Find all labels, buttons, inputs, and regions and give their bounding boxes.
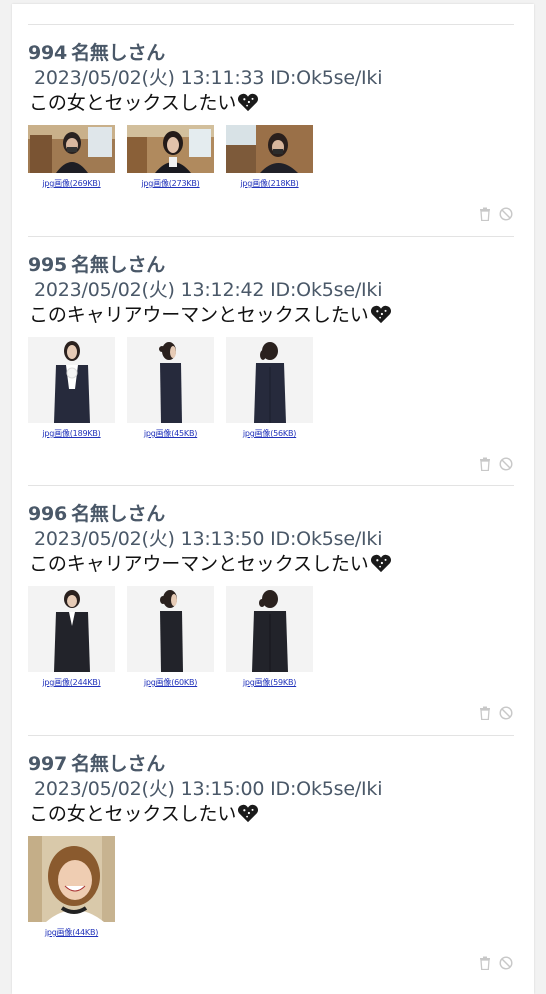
image-caption[interactable]: jpg画像(189KB) — [28, 428, 115, 439]
post-number[interactable]: 997 — [28, 753, 67, 775]
photo-thumbnail[interactable] — [127, 337, 214, 423]
photo-thumbnail[interactable] — [127, 125, 214, 173]
poster-name: 名無しさん — [71, 42, 166, 64]
image-thumbnail[interactable]: jpg画像(56KB) — [226, 337, 313, 439]
block-icon[interactable] — [499, 457, 513, 471]
photo-thumbnail[interactable] — [226, 337, 313, 423]
image-thumbnail[interactable]: jpg画像(189KB) — [28, 337, 115, 439]
post-tools — [479, 956, 513, 970]
post-header: 995 名無しさん — [28, 250, 165, 277]
image-thumbnail[interactable]: jpg画像(44KB) — [28, 836, 115, 938]
post-tools — [479, 706, 513, 720]
poster-name: 名無しさん — [71, 503, 166, 525]
post-header: 994 名無しさん — [28, 38, 165, 65]
black-heart-icon — [370, 305, 391, 323]
black-heart-icon — [238, 93, 259, 111]
image-thumbnail[interactable]: jpg画像(244KB) — [28, 586, 115, 688]
image-thumbnail[interactable]: jpg画像(59KB) — [226, 586, 313, 688]
image-caption[interactable]: jpg画像(273KB) — [127, 178, 214, 189]
image-caption[interactable]: jpg画像(60KB) — [127, 677, 214, 688]
poster-name: 名無しさん — [71, 753, 166, 775]
post-body: このキャリアウーマンとセックスしたい — [29, 300, 392, 327]
post-meta: 2023/05/02(火) 13:15:00 ID:Ok5se/Iki — [34, 778, 383, 800]
block-icon[interactable] — [499, 706, 513, 720]
post-text: このキャリアウーマンとセックスしたい — [29, 553, 369, 575]
post-number[interactable]: 995 — [28, 254, 67, 276]
post-995: 995 名無しさん 2023/05/02(火) 13:12:42 ID:Ok5se… — [28, 236, 514, 486]
trash-icon[interactable] — [479, 706, 491, 720]
trash-icon[interactable] — [479, 207, 491, 221]
post-body: この女とセックスしたい — [29, 799, 259, 826]
photo-thumbnail[interactable] — [226, 125, 313, 173]
post-meta: 2023/05/02(火) 13:13:50 ID:Ok5se/Iki — [34, 528, 383, 550]
block-icon[interactable] — [499, 956, 513, 970]
image-thumbnail[interactable]: jpg画像(273KB) — [127, 125, 214, 189]
image-caption[interactable]: jpg画像(244KB) — [28, 677, 115, 688]
image-thumbnail[interactable]: jpg画像(218KB) — [226, 125, 313, 189]
image-caption[interactable]: jpg画像(44KB) — [28, 927, 115, 938]
post-body: この女とセックスしたい — [29, 88, 259, 115]
post-997: 997 名無しさん 2023/05/02(火) 13:15:00 ID:Ok5se… — [28, 735, 514, 978]
post-994: 994 名無しさん 2023/05/02(火) 13:11:33 ID:Ok5se… — [28, 24, 514, 237]
thread-sheet: 994 名無しさん 2023/05/02(火) 13:11:33 ID:Ok5se… — [12, 4, 534, 994]
post-header: 996 名無しさん — [28, 499, 165, 526]
image-caption[interactable]: jpg画像(56KB) — [226, 428, 313, 439]
image-caption[interactable]: jpg画像(218KB) — [226, 178, 313, 189]
photo-thumbnail[interactable] — [28, 586, 115, 672]
image-caption[interactable]: jpg画像(269KB) — [28, 178, 115, 189]
image-caption[interactable]: jpg画像(59KB) — [226, 677, 313, 688]
image-caption[interactable]: jpg画像(45KB) — [127, 428, 214, 439]
post-body: このキャリアウーマンとセックスしたい — [29, 549, 392, 576]
photo-thumbnail[interactable] — [28, 836, 115, 922]
black-heart-icon — [238, 804, 259, 822]
trash-icon[interactable] — [479, 956, 491, 970]
image-thumbnail[interactable]: jpg画像(269KB) — [28, 125, 115, 189]
black-heart-icon — [370, 554, 391, 572]
post-tools — [479, 207, 513, 221]
post-text: この女とセックスしたい — [29, 92, 237, 114]
photo-thumbnail[interactable] — [127, 586, 214, 672]
post-number[interactable]: 996 — [28, 503, 67, 525]
post-text: この女とセックスしたい — [29, 803, 237, 825]
post-tools — [479, 457, 513, 471]
block-icon[interactable] — [499, 207, 513, 221]
trash-icon[interactable] — [479, 457, 491, 471]
post-number[interactable]: 994 — [28, 42, 67, 64]
post-meta: 2023/05/02(火) 13:11:33 ID:Ok5se/Iki — [34, 67, 383, 89]
photo-thumbnail[interactable] — [226, 586, 313, 672]
image-thumbnail[interactable]: jpg画像(60KB) — [127, 586, 214, 688]
photo-thumbnail[interactable] — [28, 337, 115, 423]
poster-name: 名無しさん — [71, 254, 166, 276]
photo-thumbnail[interactable] — [28, 125, 115, 173]
post-996: 996 名無しさん 2023/05/02(火) 13:13:50 ID:Ok5se… — [28, 485, 514, 736]
post-meta: 2023/05/02(火) 13:12:42 ID:Ok5se/Iki — [34, 279, 383, 301]
image-thumbnail[interactable]: jpg画像(45KB) — [127, 337, 214, 439]
post-header: 997 名無しさん — [28, 749, 165, 776]
post-text: このキャリアウーマンとセックスしたい — [29, 304, 369, 326]
